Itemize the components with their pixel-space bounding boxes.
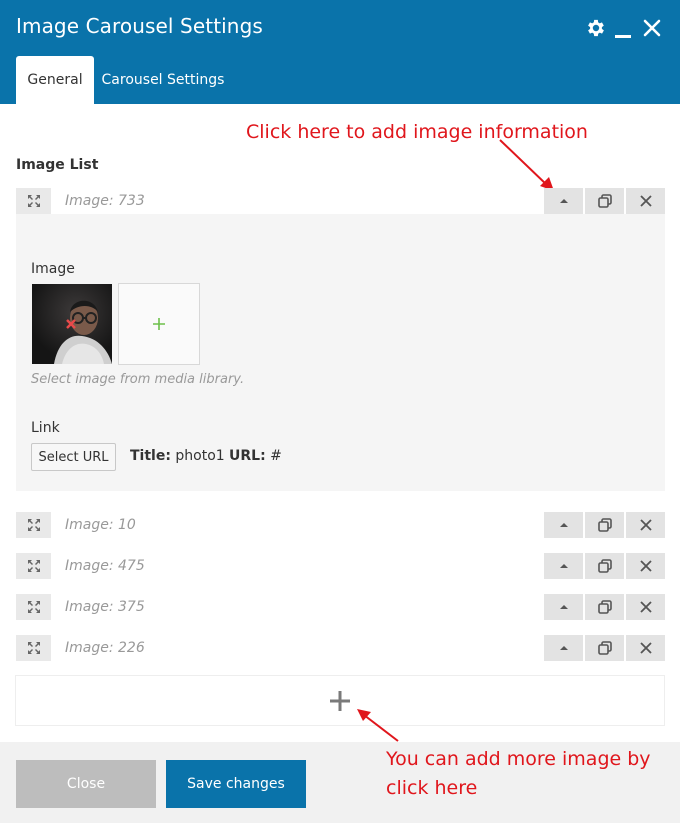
image-list-item: Image: 375 [16,594,665,620]
drag-handle-icon[interactable] [16,635,51,661]
url-label: URL: [229,448,266,464]
image-list-item: Image: 226 [16,635,665,661]
dialog-title: Image Carousel Settings [16,14,263,38]
save-changes-button[interactable]: Save changes [166,760,306,808]
image-list-item: Image: 733 [16,188,665,214]
duplicate-icon[interactable] [585,188,624,214]
add-image-button[interactable] [118,283,200,365]
link-title: Title: photo1 [130,448,225,464]
expand-toggle-icon[interactable] [544,553,583,579]
duplicate-icon[interactable] [585,512,624,538]
select-url-button[interactable]: Select URL [31,443,116,471]
image-field-label: Image [31,261,75,277]
drag-handle-icon[interactable] [16,594,51,620]
link-field-label: Link [31,420,60,436]
delete-icon[interactable] [626,635,665,661]
minimize-icon[interactable] [612,16,634,40]
delete-icon[interactable] [626,188,665,214]
title-label: Title: [130,448,171,464]
annotation-bottom: You can add more image by click here [386,748,651,799]
drag-handle-icon[interactable] [16,553,51,579]
drag-handle-icon[interactable] [16,512,51,538]
annotation-arrow-top [499,139,554,191]
image-item-panel: Image Select image from media library. L… [16,214,665,491]
add-item-button[interactable] [15,675,665,726]
image-list-label: Image List [16,157,99,173]
collapse-toggle-icon[interactable] [544,188,583,214]
annotation-arrow-bottom [357,709,399,742]
duplicate-icon[interactable] [585,553,624,579]
expand-toggle-icon[interactable] [544,635,583,661]
delete-icon[interactable] [626,553,665,579]
item-name[interactable]: Image: 475 [65,553,145,579]
item-name[interactable]: Image: 226 [65,635,145,661]
image-hint: Select image from media library. [31,372,245,387]
item-name[interactable]: Image: 375 [65,594,145,620]
title-value: photo1 [175,448,225,464]
tab-carousel-settings[interactable]: Carousel Settings [100,56,226,104]
delete-icon[interactable] [626,594,665,620]
item-name[interactable]: Image: 10 [65,512,136,538]
close-button[interactable]: Close [16,760,156,808]
delete-icon[interactable] [626,512,665,538]
image-thumbnail[interactable] [32,284,112,364]
expand-toggle-icon[interactable] [544,594,583,620]
image-list-item: Image: 475 [16,553,665,579]
image-list-item: Image: 10 [16,512,665,538]
link-url: URL: # [229,448,282,464]
close-icon[interactable] [641,16,663,40]
tab-general[interactable]: General [16,56,94,104]
duplicate-icon[interactable] [585,635,624,661]
duplicate-icon[interactable] [585,594,624,620]
gear-icon[interactable] [584,16,608,40]
url-value: # [270,448,282,464]
drag-handle-icon[interactable] [16,188,51,214]
plus-icon [330,690,350,711]
item-name[interactable]: Image: 733 [65,188,145,214]
dialog-header: Image Carousel Settings General Carousel… [0,0,680,104]
expand-toggle-icon[interactable] [544,512,583,538]
